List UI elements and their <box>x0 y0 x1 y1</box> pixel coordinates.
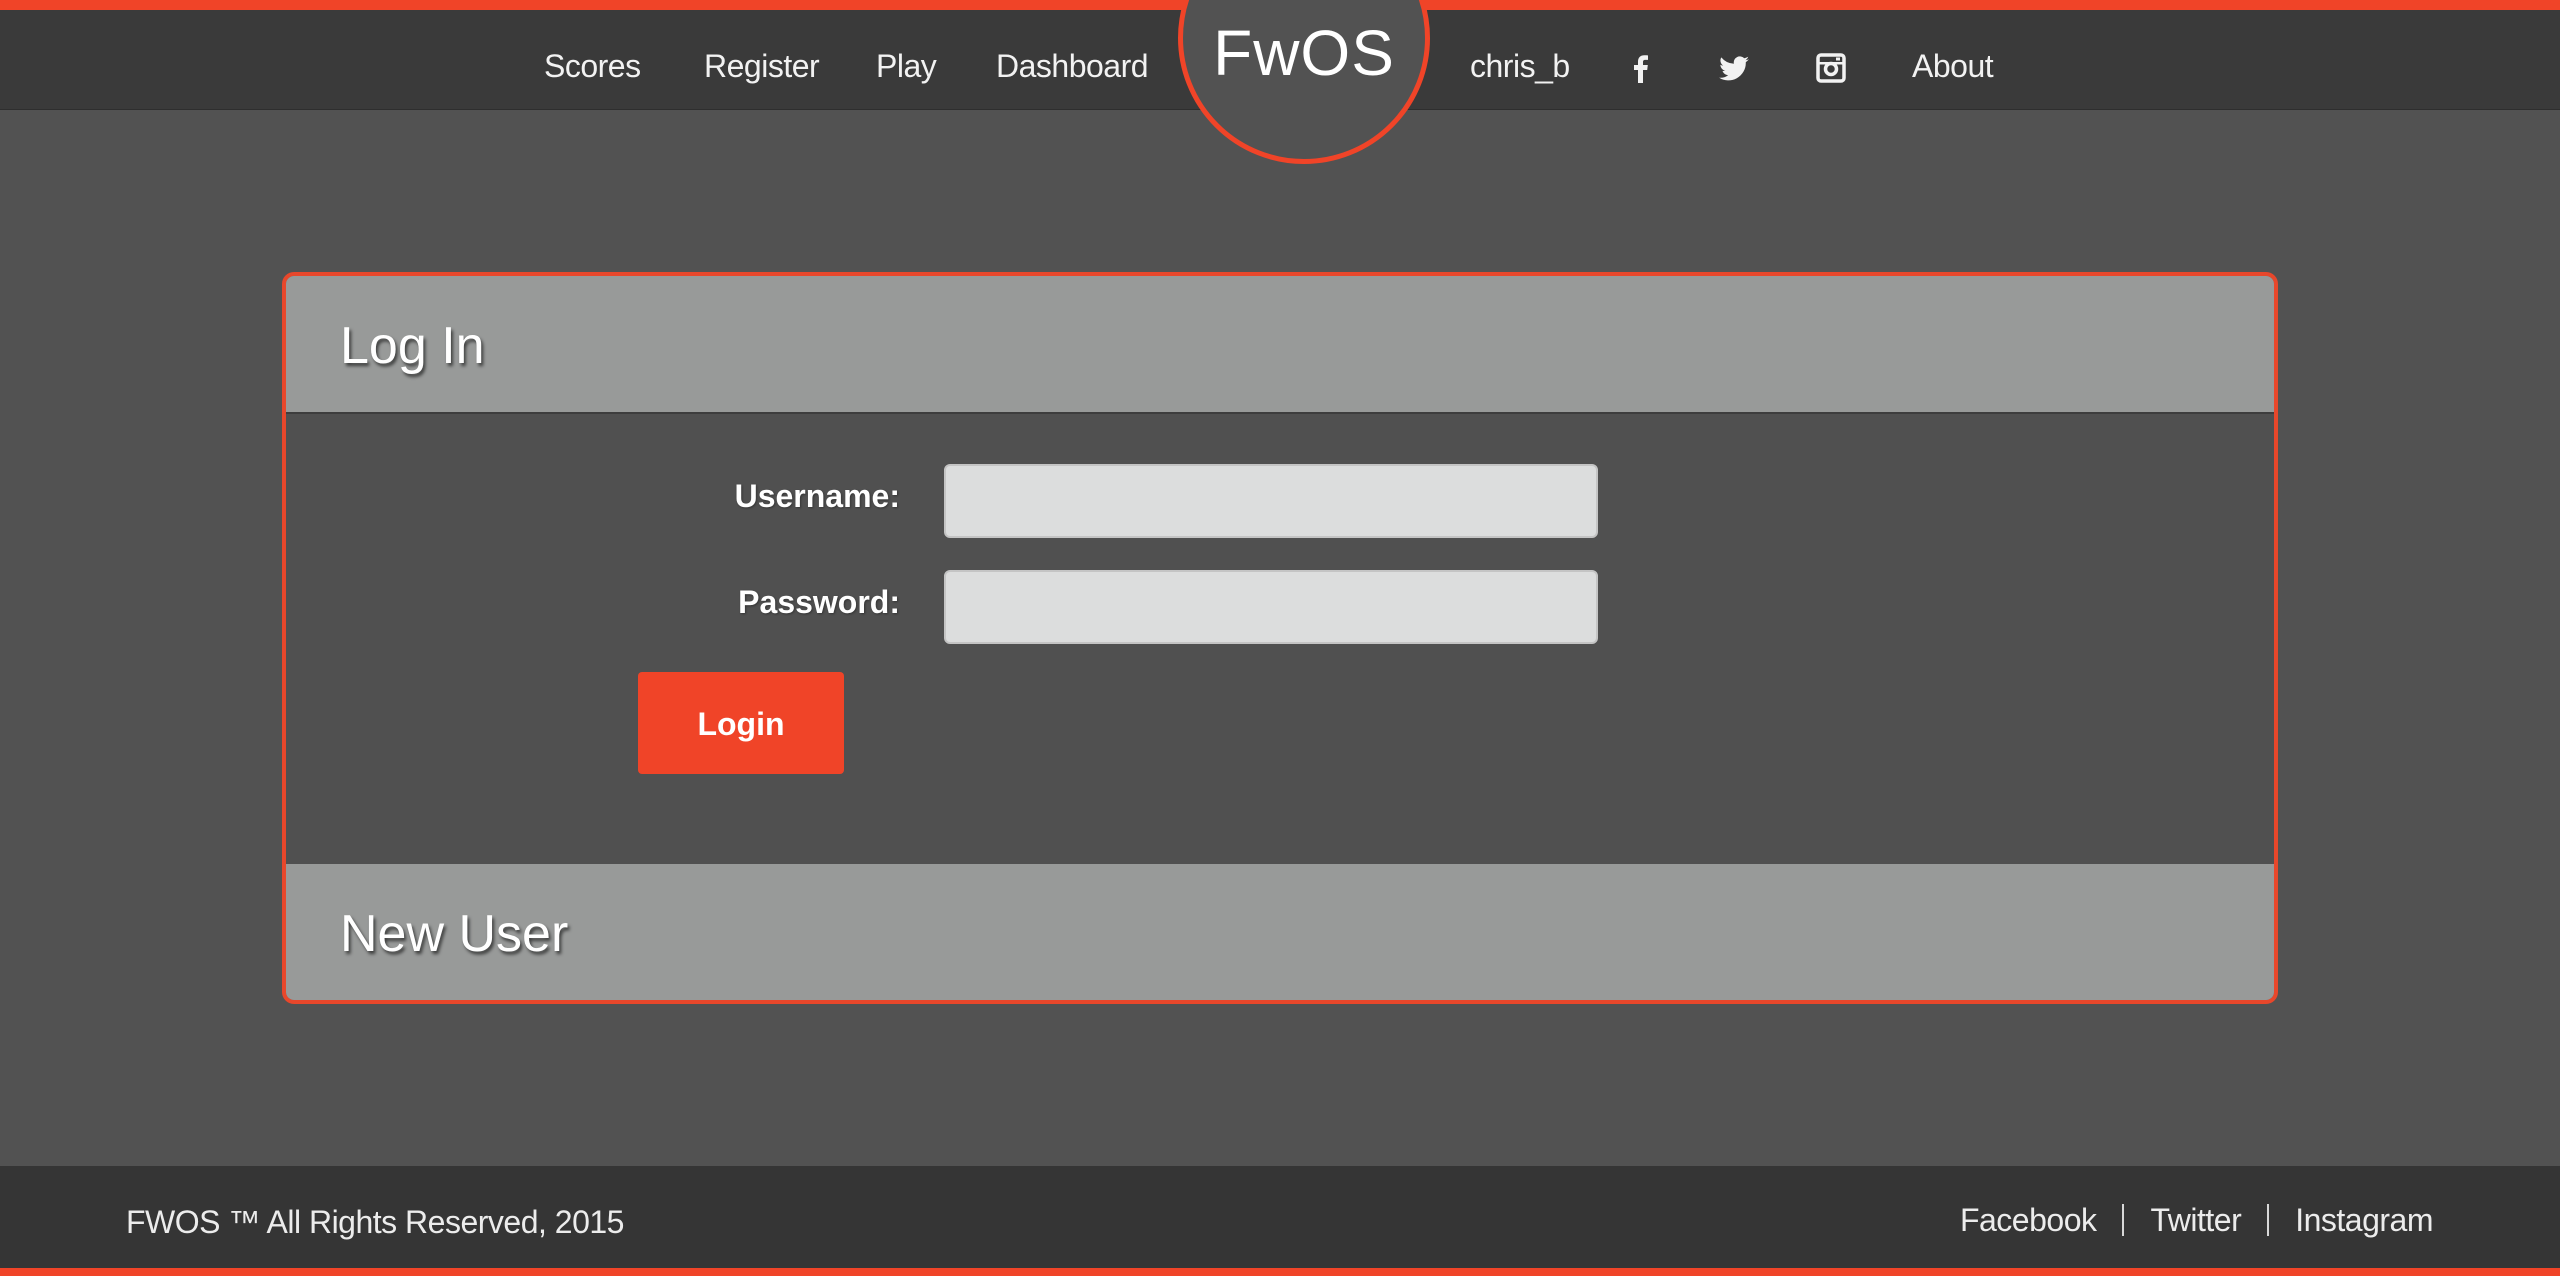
footer-link-facebook[interactable]: Facebook <box>1960 1200 2097 1240</box>
copyright-text: FWOS ™ All Rights Reserved, 2015 <box>126 1204 624 1240</box>
footer: FWOS ™ All Rights Reserved, 2015 Faceboo… <box>0 1166 2560 1276</box>
username-label: Username: <box>734 478 900 514</box>
nav-link-about[interactable]: About <box>1912 46 1994 86</box>
new-user-panel-header[interactable]: New User <box>286 864 2274 1000</box>
login-panel-title: Log In <box>340 317 485 375</box>
nav-user-link[interactable]: chris_b <box>1470 46 1570 86</box>
username-input[interactable] <box>944 464 1598 538</box>
password-input[interactable] <box>944 570 1598 644</box>
footer-link-instagram[interactable]: Instagram <box>2295 1200 2433 1240</box>
footer-links: Facebook Twitter Instagram <box>1960 1200 2434 1240</box>
facebook-icon[interactable] <box>1626 53 1656 83</box>
footer-divider <box>2267 1204 2270 1236</box>
twitter-icon[interactable] <box>1718 53 1750 83</box>
login-panel: Log In Username: Password: Login New Use… <box>282 272 2278 1004</box>
new-user-panel-title: New User <box>340 905 569 963</box>
nav-link-scores[interactable]: Scores <box>544 46 641 86</box>
nav-link-dashboard[interactable]: Dashboard <box>996 46 1149 86</box>
logo-text[interactable]: FwOS <box>1178 18 1430 88</box>
instagram-icon[interactable] <box>1816 53 1846 83</box>
nav-link-register[interactable]: Register <box>704 46 820 86</box>
footer-divider <box>2122 1204 2125 1236</box>
nav-link-play[interactable]: Play <box>876 46 937 86</box>
login-panel-header[interactable]: Log In <box>286 276 2274 414</box>
footer-link-twitter[interactable]: Twitter <box>2150 1200 2241 1240</box>
login-button[interactable]: Login <box>638 672 844 774</box>
password-label: Password: <box>738 584 900 620</box>
